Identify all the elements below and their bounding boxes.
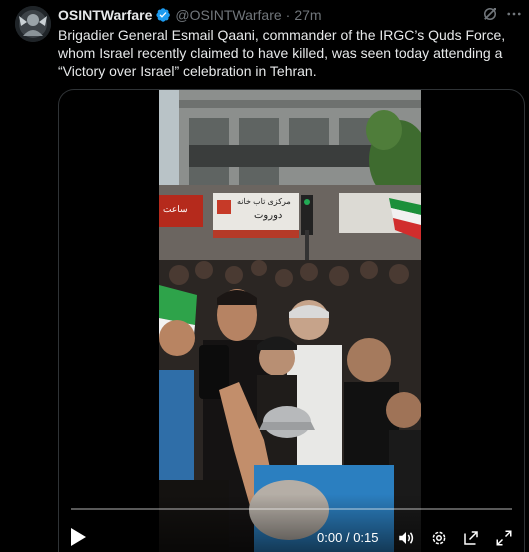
author-handle[interactable]: @OSINTWarfare [175,6,281,24]
shop-sign-text: مرکزی تاب خانه [237,197,291,206]
separator-dot: · [285,7,291,23]
avatar-image [15,6,51,42]
avatar[interactable] [15,6,51,42]
video-frame[interactable]: ساعت مرکزی تاب خانه دوروت [159,90,421,552]
video-timecode: 0:00 / 0:15 [317,530,379,546]
video-still-image: ساعت مرکزی تاب خانه دوروت [159,90,421,552]
timestamp[interactable]: 27m [294,6,321,24]
shop-sign-text-2: دوروت [254,210,282,221]
video-controls: 0:00 / 0:15 [59,494,524,552]
more-icon[interactable] [505,5,523,23]
video-player[interactable]: ساعت مرکزی تاب خانه دوروت 0:00 / 0:15 [58,89,525,552]
fullscreen-icon[interactable] [495,529,513,547]
tweet-header: OSINTWarfare @OSINTWarfare · 27m [58,6,322,24]
current-time: 0:00 [317,530,343,545]
progress-bar[interactable] [71,508,512,510]
svg-text:ساعت: ساعت [163,204,188,214]
verified-badge-icon [156,8,171,22]
author-name[interactable]: OSINTWarfare [58,6,152,24]
tweet-text: Brigadier General Esmail Qaani, commande… [58,27,506,79]
picture-in-picture-icon[interactable] [462,529,480,547]
play-icon[interactable] [69,527,87,547]
duration: 0:15 [353,530,379,545]
time-separator: / [345,530,350,545]
grok-icon[interactable] [481,5,499,23]
volume-icon[interactable] [397,529,415,547]
settings-icon[interactable] [430,529,448,547]
